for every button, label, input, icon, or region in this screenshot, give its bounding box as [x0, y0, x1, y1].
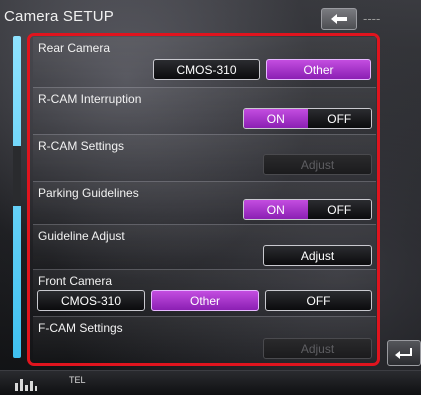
scroll-bar[interactable] — [13, 36, 21, 358]
bottom-bar: TEL — [0, 370, 421, 395]
back-button[interactable] — [321, 8, 357, 30]
status-dashes: ---- — [363, 11, 381, 26]
equalizer-icon[interactable] — [14, 377, 38, 391]
return-button[interactable] — [387, 340, 421, 366]
page-title: Camera SETUP — [4, 8, 114, 25]
highlight-frame — [27, 33, 380, 366]
tel-label[interactable]: TEL — [69, 375, 86, 385]
return-arrow-icon — [395, 348, 412, 359]
back-arrow-icon — [331, 14, 347, 24]
scroll-thumb[interactable] — [13, 146, 21, 206]
